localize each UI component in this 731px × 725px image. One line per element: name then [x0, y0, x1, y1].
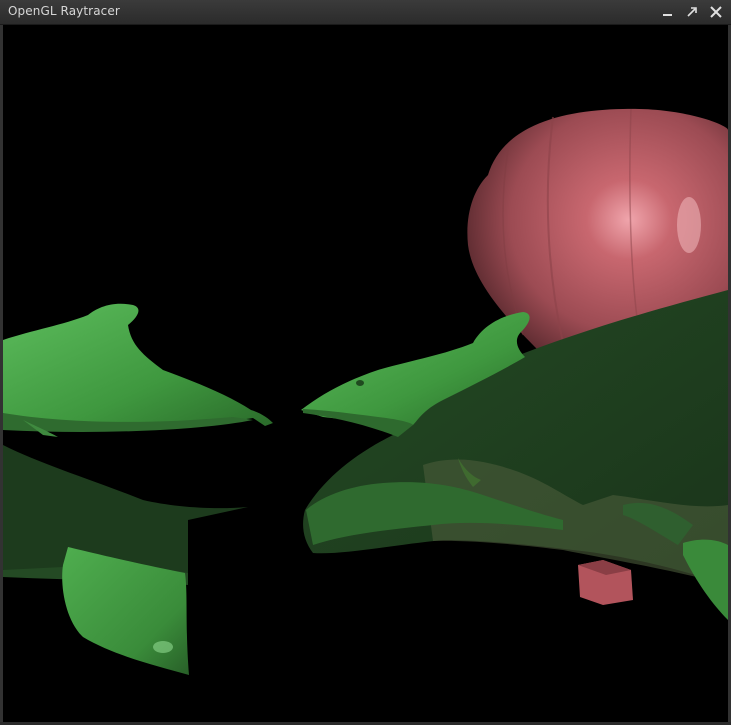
balloon-basket: [578, 560, 633, 605]
dolphin-left: [3, 303, 273, 437]
close-icon[interactable]: [707, 3, 725, 21]
minimize-icon[interactable]: [659, 3, 677, 21]
window-controls: [659, 3, 725, 21]
window-title: OpenGL Raytracer: [8, 4, 120, 18]
maximize-icon[interactable]: [683, 3, 701, 21]
app-window: OpenGL Raytracer: [0, 0, 731, 725]
raytraced-scene: [3, 108, 728, 675]
render-viewport[interactable]: [3, 25, 728, 722]
title-bar[interactable]: OpenGL Raytracer: [0, 0, 731, 25]
